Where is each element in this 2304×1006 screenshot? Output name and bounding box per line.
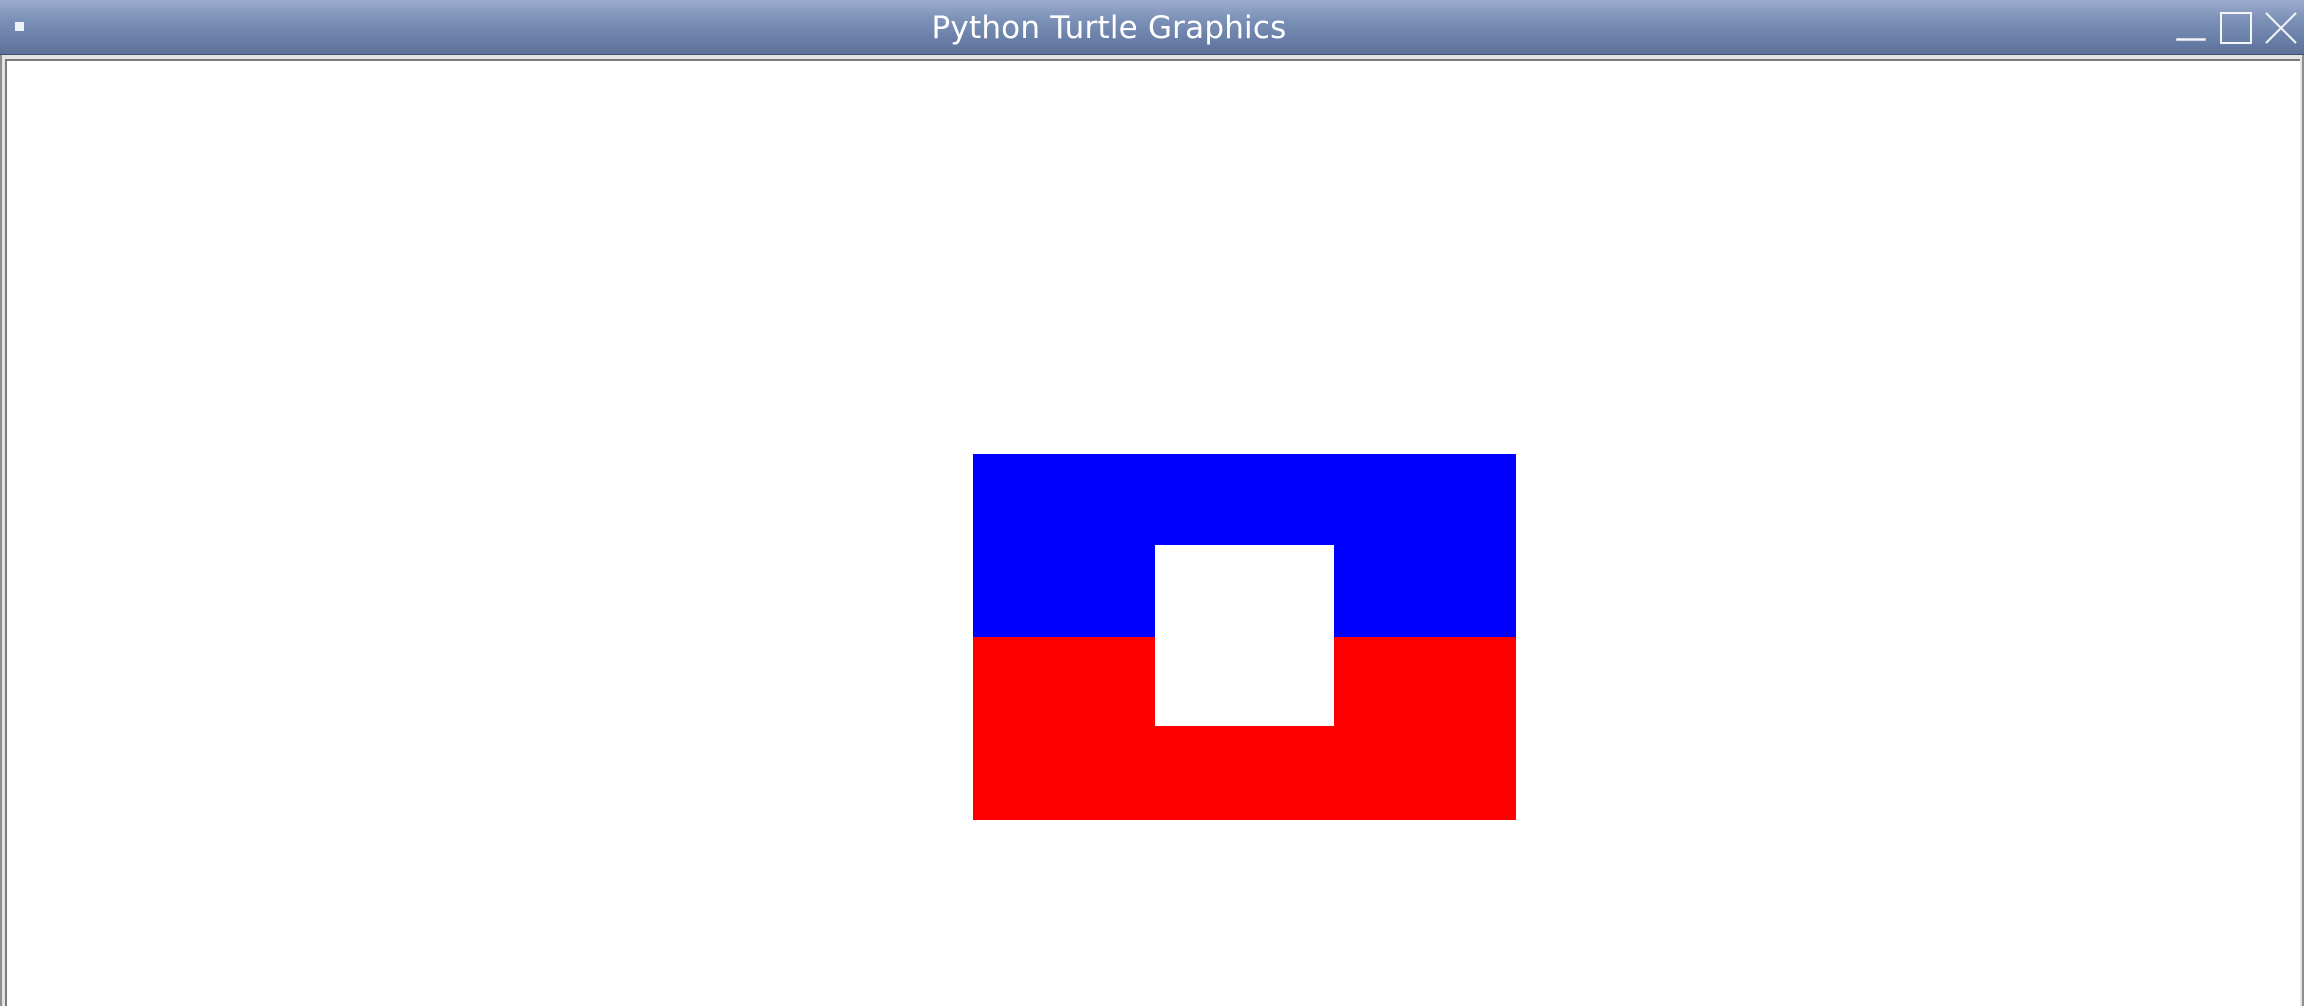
- window-title: Python Turtle Graphics: [931, 10, 1287, 46]
- white-square: [1155, 545, 1334, 726]
- minimize-icon[interactable]: [2174, 11, 2208, 45]
- title-bar[interactable]: Python Turtle Graphics: [0, 0, 2304, 55]
- turtle-window: Python Turtle Graphics: [0, 0, 2304, 1006]
- maximize-icon[interactable]: [2219, 11, 2253, 45]
- close-icon[interactable]: [2264, 11, 2298, 45]
